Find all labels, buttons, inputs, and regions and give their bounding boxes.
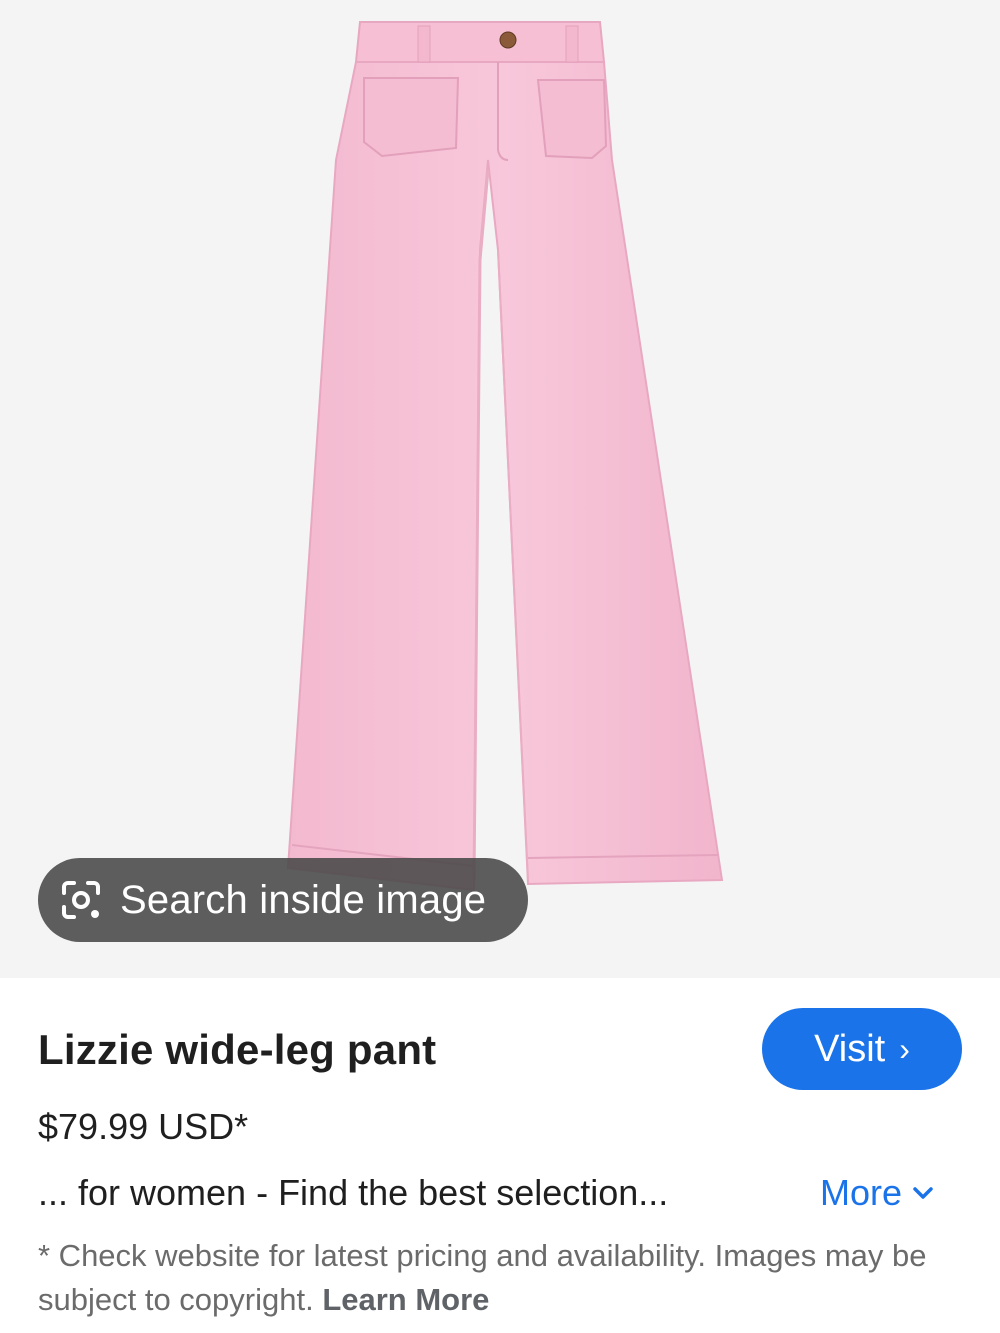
visit-button[interactable]: Visit ›: [762, 1008, 962, 1090]
product-snippet: ... for women - Find the best selection.…: [38, 1172, 669, 1213]
disclaimer: * Check website for latest pricing and a…: [38, 1234, 938, 1322]
product-image-area[interactable]: Search inside image: [0, 0, 1000, 978]
search-inside-image-button[interactable]: Search inside image: [38, 858, 528, 942]
more-label: More: [820, 1172, 903, 1213]
product-price: $79.99 USD*: [38, 1106, 249, 1147]
search-inside-image-label: Search inside image: [120, 877, 487, 922]
product-title[interactable]: Lizzie wide-leg pant: [38, 1026, 436, 1074]
lens-icon: [58, 877, 104, 923]
learn-more-link[interactable]: Learn More: [322, 1282, 489, 1317]
more-button[interactable]: More: [820, 1172, 934, 1214]
pants-image: [286, 21, 724, 892]
chevron-down-icon: [912, 1186, 934, 1200]
visit-label: Visit: [814, 1027, 886, 1070]
chevron-right-icon: ›: [899, 1030, 910, 1067]
